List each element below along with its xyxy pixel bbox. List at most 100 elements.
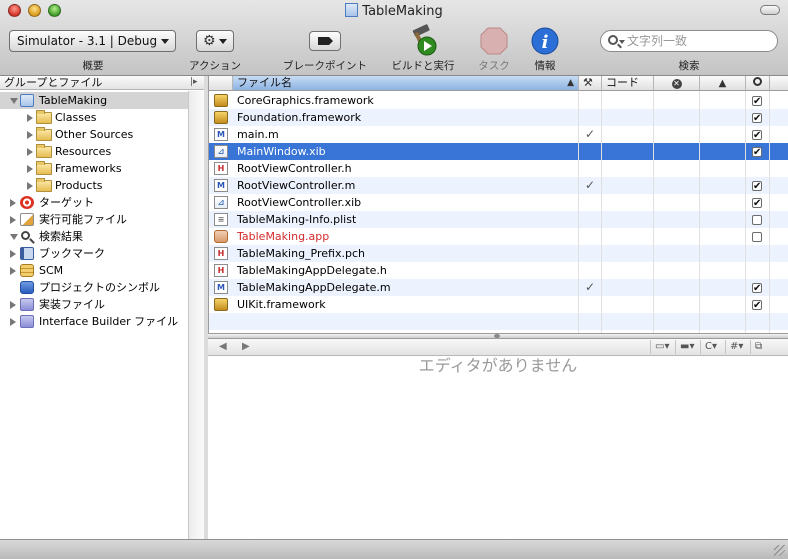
table-row[interactable]: Foundation.framework: [209, 109, 788, 127]
column-header-filename[interactable]: ファイル名 ▲: [233, 76, 579, 91]
column-header-code[interactable]: コード: [602, 76, 654, 91]
sidebar-item-label: 実行可能ファイル: [39, 213, 127, 226]
info-label: 情報: [534, 60, 556, 72]
build-and-run-button[interactable]: [406, 24, 440, 58]
disclosure-closed-icon[interactable]: [10, 216, 16, 224]
table-row[interactable]: ≡ TableMaking-Info.plist: [209, 211, 788, 228]
disclosure-closed-icon[interactable]: [10, 301, 16, 309]
file-name: Foundation.framework: [237, 111, 362, 124]
breakpoints-menu-button[interactable]: ▬▾: [675, 340, 700, 354]
table-row[interactable]: M TableMakingAppDelegate.m ✓: [209, 279, 788, 297]
project-icon: [20, 94, 34, 107]
disclosure-open-icon[interactable]: [10, 234, 18, 240]
sidebar-item-label: ターゲット: [39, 196, 94, 209]
overview-popup[interactable]: Simulator - 3.1 | Debug: [9, 30, 176, 52]
toolbar-toggle-button[interactable]: [760, 5, 780, 15]
target-checkbox[interactable]: [752, 215, 762, 225]
table-row[interactable]: CoreGraphics.framework: [209, 92, 788, 110]
build-checkmark-icon: ✓: [585, 178, 596, 192]
sidebar-item-label: 実装ファイル: [39, 298, 105, 311]
folder-icon: [36, 110, 52, 124]
table-row[interactable]: UIKit.framework: [209, 296, 788, 314]
hammer-icon: ⚒: [583, 76, 593, 89]
target-checkbox[interactable]: [752, 297, 762, 314]
file-list-table: ファイル名 ▲ ⚒ コード ✕ ▲ CoreGraphics.framework…: [208, 76, 788, 333]
disclosure-closed-icon[interactable]: [27, 148, 33, 156]
tasks-stop-button[interactable]: [480, 27, 508, 55]
disclosure-closed-icon[interactable]: [27, 114, 33, 122]
back-arrow-icon[interactable]: ◀: [219, 341, 227, 352]
file-name: TableMaking_Prefix.pch: [237, 247, 365, 260]
breakpoints-button[interactable]: [309, 31, 341, 51]
table-row[interactable]: ⊿ RootViewController.xib: [209, 194, 788, 212]
target-checkbox[interactable]: [752, 110, 762, 127]
disclosure-closed-icon[interactable]: [10, 267, 16, 275]
warning-icon: ▲: [718, 78, 727, 89]
column-divider: [578, 91, 579, 333]
target-checkbox[interactable]: [752, 127, 762, 144]
split-editor-button[interactable]: ⧉: [750, 340, 770, 354]
column-header-code-label: コード: [606, 76, 639, 89]
resize-grip-icon[interactable]: [774, 545, 785, 556]
folder-icon: [36, 127, 52, 141]
forward-arrow-icon[interactable]: ▶: [242, 341, 250, 352]
column-header-warnings[interactable]: ▲: [700, 76, 746, 91]
target-checkbox[interactable]: [752, 232, 762, 242]
sidebar-scrollbar[interactable]: [188, 91, 204, 539]
bookmarks-menu-button[interactable]: ▭▾: [650, 340, 675, 354]
info-icon: i: [531, 27, 559, 55]
window-toolbar: TableMaking Simulator - 3.1 | Debug 概要 ⚙…: [0, 0, 788, 76]
disclosure-closed-icon[interactable]: [27, 182, 33, 190]
editor-navigation-bar: ◀ ▶ ▭▾ ▬▾ C▾ #▾ ⧉: [208, 339, 788, 356]
target-checkbox[interactable]: [752, 144, 762, 161]
table-row[interactable]: H RootViewController.h: [209, 160, 788, 177]
info-button[interactable]: i: [531, 27, 559, 55]
search-field[interactable]: 文字列一致: [600, 30, 778, 52]
target-checkbox[interactable]: [752, 195, 762, 212]
folder-icon: [36, 144, 52, 158]
column-header-errors[interactable]: ✕: [654, 76, 700, 91]
editor-pane[interactable]: エディタがありません: [208, 356, 788, 539]
target-membership-icon: [753, 77, 762, 86]
includes-menu-button[interactable]: #▾: [725, 340, 750, 354]
sidebar-item-label: Classes: [55, 111, 97, 124]
column-header-build[interactable]: ⚒: [579, 76, 602, 91]
language-menu-button[interactable]: C▾: [700, 340, 725, 354]
breakpoints-label: ブレークポイント: [283, 60, 367, 72]
disclosure-closed-icon[interactable]: [10, 250, 16, 258]
disclosure-closed-icon[interactable]: [10, 199, 16, 207]
disclosure-closed-icon[interactable]: [27, 131, 33, 139]
table-row[interactable]: H TableMakingAppDelegate.h: [209, 262, 788, 279]
column-resize-icon[interactable]: |▸: [190, 77, 202, 88]
folder-icon: [36, 161, 52, 175]
column-header-spacer: [770, 76, 788, 91]
no-editor-message: エディタがありません: [418, 356, 578, 375]
table-row[interactable]: H TableMaking_Prefix.pch: [209, 245, 788, 262]
action-button[interactable]: ⚙: [196, 30, 234, 52]
disclosure-closed-icon[interactable]: [10, 318, 16, 326]
sidebar-header[interactable]: グループとファイル |▸: [0, 76, 204, 90]
build-checkmark-icon: ✓: [585, 127, 596, 141]
plist-file-icon: ≡: [214, 213, 228, 226]
symbols-icon: [20, 281, 34, 294]
table-row[interactable]: Mmain.m ✓: [209, 126, 788, 144]
table-row[interactable]: M RootViewController.m ✓: [209, 177, 788, 195]
column-divider: [699, 91, 700, 333]
file-name: CoreGraphics.framework: [237, 94, 374, 107]
file-name: MainWindow.xib: [237, 145, 326, 158]
disclosure-open-icon[interactable]: [10, 98, 18, 104]
language-menu-label: C: [705, 341, 712, 352]
file-name: main.m: [237, 128, 279, 141]
table-row[interactable]: TableMaking.app: [209, 228, 788, 245]
sidebar-item-tablemaking[interactable]: TableMaking: [0, 92, 188, 109]
sidebar-item-label: プロジェクトのシンボル: [39, 281, 160, 294]
target-checkbox[interactable]: [752, 93, 762, 110]
target-checkbox[interactable]: [752, 280, 762, 297]
target-checkbox[interactable]: [752, 178, 762, 195]
status-bar: [0, 539, 788, 559]
column-header-icon[interactable]: [209, 76, 233, 91]
disclosure-closed-icon[interactable]: [27, 165, 33, 173]
table-row[interactable]: ⊿ MainWindow.xib: [209, 143, 788, 161]
column-header-target[interactable]: [746, 76, 770, 91]
breakpoint-icon: [318, 37, 333, 45]
